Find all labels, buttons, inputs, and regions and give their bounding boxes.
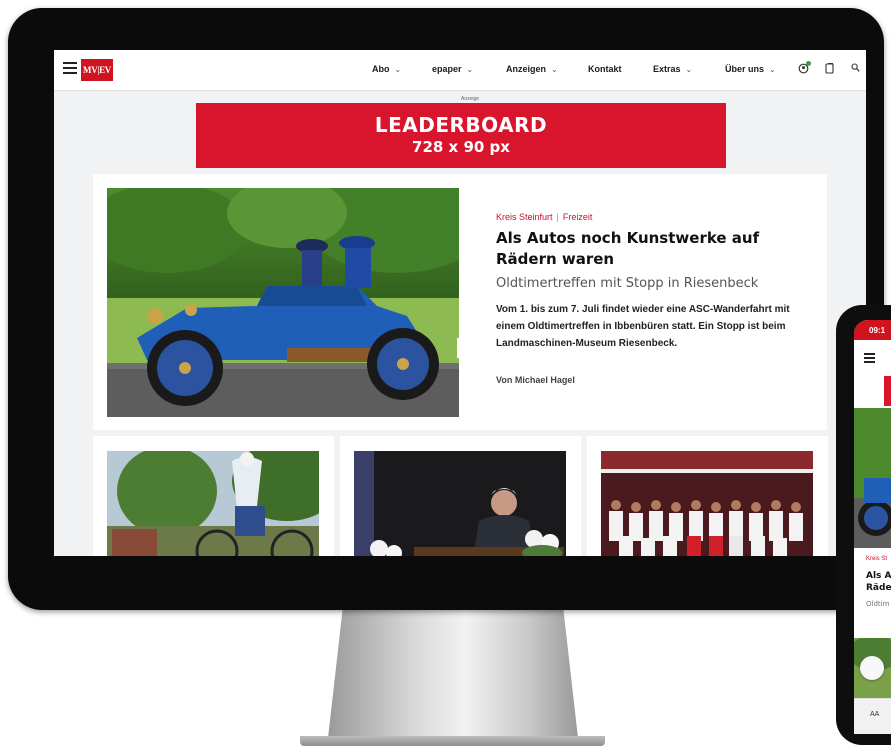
nav-item-anzeigen[interactable]: Anzeigen ⌄ [506,64,558,74]
thumb-photo-speaker[interactable] [354,451,566,556]
mobile-hero-photo[interactable] [854,408,891,548]
notification-dot [806,61,811,66]
nav-item-extras[interactable]: Extras ⌄ [653,64,692,74]
ad-size: 728 x 90 px [412,138,510,156]
site-logo[interactable]: MV|EV [81,59,113,81]
website-screen: MV|EV Abo ⌄ epaper ⌄ Anzeigen ⌄ Kontakt Ext… [54,50,866,556]
kicker-topic[interactable]: Freizeit [563,212,593,222]
mobile-headline[interactable]: Als Au Räde [866,570,891,594]
nav-item-ueber-uns[interactable]: Über uns ⌄ [725,64,776,74]
ad-title: LEADERBOARD [374,113,548,137]
chevron-down-icon: ⌄ [466,65,474,74]
mobile-hamburger-icon[interactable] [864,353,875,365]
ad-label: Anzeige [461,96,480,102]
mobile-subheadline: Oldtim [866,600,890,608]
article-card-team[interactable] [587,436,828,556]
hero-photo-vintage-car[interactable] [107,188,459,417]
monitor-stand-neck [328,606,578,738]
hamburger-icon[interactable] [63,62,77,74]
kicker-separator: | [556,212,559,222]
thumb-photo-cyclist[interactable] [107,451,319,556]
article-card-cyclist[interactable] [93,436,334,556]
tablet-icon[interactable] [825,63,834,77]
mobile-status-bar: 09:1 [854,320,891,340]
chevron-down-icon: ⌄ [685,65,693,74]
hero-article-card[interactable]: Kreis Steinfurt | Freizeit Als Autos noch … [93,174,827,430]
monitor-stand-base [300,736,605,746]
leaderboard-ad[interactable]: LEADERBOARD 728 x 90 px [196,103,726,168]
article-headline[interactable]: Als Autos noch Kunstwerke auf Rädern war… [496,228,806,270]
nav-item-epaper[interactable]: epaper ⌄ [432,64,473,74]
mobile-kicker[interactable]: Kreis St [866,556,887,562]
article-kicker: Kreis Steinfurt | Freizeit [496,212,592,222]
article-card-speaker[interactable] [340,436,581,556]
chevron-down-icon: ⌄ [551,65,558,74]
chevron-down-icon: ⌄ [394,65,402,74]
top-navigation: MV|EV Abo ⌄ epaper ⌄ Anzeigen ⌄ Kontakt Ext… [54,50,866,91]
mobile-ad[interactable] [884,376,891,406]
desktop-monitor: MV|EV Abo ⌄ epaper ⌄ Anzeigen ⌄ Kontakt Ext… [8,8,884,610]
text-size-button[interactable]: AA [870,711,879,718]
article-subheadline: Oldtimertreffen mit Stopp in Riesenbeck [496,276,759,291]
thumb-photo-football-team[interactable] [601,451,813,556]
nav-item-kontakt[interactable]: Kontakt [588,64,622,74]
mobile-clock: 09:1 [869,326,886,335]
mobile-floating-button[interactable] [860,656,884,680]
article-byline: Von Michael Hagel [496,375,575,385]
chevron-down-icon: ⌄ [769,65,776,74]
mobile-browser-toolbar: AA [854,698,891,734]
kicker-region[interactable]: Kreis Steinfurt [496,212,553,222]
article-teaser: Vom 1. bis zum 7. Juli findet wieder ein… [496,304,790,349]
nav-item-abo[interactable]: Abo ⌄ [372,64,401,74]
search-icon[interactable] [851,63,860,75]
